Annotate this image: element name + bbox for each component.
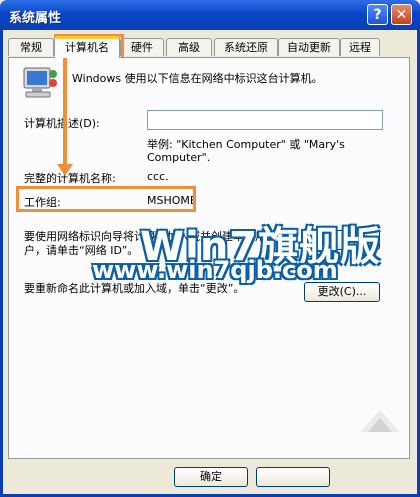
ok-button[interactable]: 确定 <box>174 467 248 487</box>
change-button[interactable]: 更改(C)... <box>304 282 380 302</box>
tab-automatic-updates[interactable]: 自动更新 <box>278 38 340 56</box>
annotation-arrow-head <box>57 164 73 176</box>
tab-computer-name[interactable]: 计算机名 <box>54 36 120 58</box>
description-input[interactable] <box>147 110 383 130</box>
annotation-arrow <box>63 58 67 166</box>
tab-hardware[interactable]: 硬件 <box>120 38 164 56</box>
close-button[interactable]: ✕ <box>391 4 412 25</box>
computer-icon <box>23 67 57 98</box>
tab-general[interactable]: 常规 <box>8 38 54 56</box>
cancel-button-partial[interactable] <box>256 467 330 487</box>
tab-advanced[interactable]: 高级 <box>166 38 212 56</box>
intro-text: Windows 使用以下信息在网络中标识这台计算机。 <box>72 72 323 85</box>
window-title: 系统属性 <box>9 11 62 26</box>
tab-system-restore[interactable]: 系统还原 <box>214 38 278 56</box>
description-label: 计算机描述(D): <box>24 117 100 130</box>
title-bar[interactable]: 系统属性 ? ✕ <box>0 0 420 30</box>
tab-remote[interactable]: 远程 <box>340 38 380 56</box>
help-button[interactable]: ? <box>367 4 388 25</box>
full-computer-name-value: ccc. <box>147 170 169 183</box>
watermark-url: www.win7qjb.com <box>92 256 338 284</box>
workgroup-highlight-box <box>16 186 196 212</box>
example-text: 举例: "Kitchen Computer" 或 "Mary's Compute… <box>147 138 345 164</box>
corner-logo-icon <box>360 410 400 432</box>
